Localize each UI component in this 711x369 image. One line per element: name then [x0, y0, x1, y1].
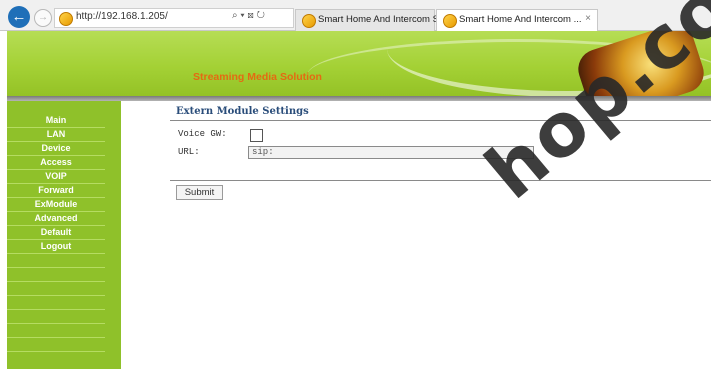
sidebar-item-default[interactable]: Default	[7, 226, 105, 240]
ie-favicon-icon	[59, 12, 73, 26]
sidebar-item-access[interactable]: Access	[7, 156, 105, 170]
tab-favicon-icon	[302, 14, 316, 28]
sidebar-item-lan[interactable]: LAN	[7, 128, 105, 142]
browser-tab-1[interactable]: Smart Home And Intercom Sys...	[295, 9, 456, 31]
sidebar-divider	[7, 310, 105, 324]
url-label: URL:	[178, 147, 200, 157]
page-title: Extern Module Settings	[176, 106, 309, 117]
sidebar-item-voip[interactable]: VOIP	[7, 170, 105, 184]
tab-title: Smart Home And Intercom ...	[459, 14, 582, 25]
sidebar-item-main[interactable]: Main	[7, 114, 105, 128]
voice-gw-label: Voice GW:	[178, 129, 227, 139]
sidebar-nav: Main LAN Device Access VOIP Forward ExMo…	[7, 101, 121, 369]
sidebar-item-forward[interactable]: Forward	[7, 184, 105, 198]
sidebar-divider	[7, 296, 105, 310]
close-icon[interactable]: ×	[585, 13, 591, 24]
form-divider	[170, 180, 711, 181]
voice-gw-checkbox[interactable]	[250, 129, 263, 142]
address-tools-icons[interactable]: ⌕ ▾ ⊠ ↻	[232, 10, 265, 21]
banner-title: Streaming Media Solution	[193, 71, 322, 83]
submit-button[interactable]: Submit	[176, 185, 223, 200]
tab-favicon-icon	[443, 14, 457, 28]
sidebar-item-advanced[interactable]: Advanced	[7, 212, 105, 226]
sidebar-divider	[7, 254, 105, 268]
sidebar-item-exmodule[interactable]: ExModule	[7, 198, 105, 212]
forward-arrow-icon[interactable]: →	[34, 9, 52, 27]
sidebar-item-device[interactable]: Device	[7, 142, 105, 156]
back-arrow-icon[interactable]: ←	[8, 6, 30, 28]
sidebar-divider	[7, 268, 105, 282]
sidebar-divider	[7, 338, 105, 352]
address-url[interactable]: http://192.168.1.205/	[76, 11, 168, 22]
browser-toolbar: ← → http://192.168.1.205/ ⌕ ▾ ⊠ ↻ Smart …	[0, 0, 711, 32]
sidebar-item-logout[interactable]: Logout	[7, 240, 105, 254]
browser-tab-2[interactable]: Smart Home And Intercom ... ×	[436, 9, 598, 32]
sidebar-divider	[7, 282, 105, 296]
sidebar-divider	[7, 324, 105, 338]
